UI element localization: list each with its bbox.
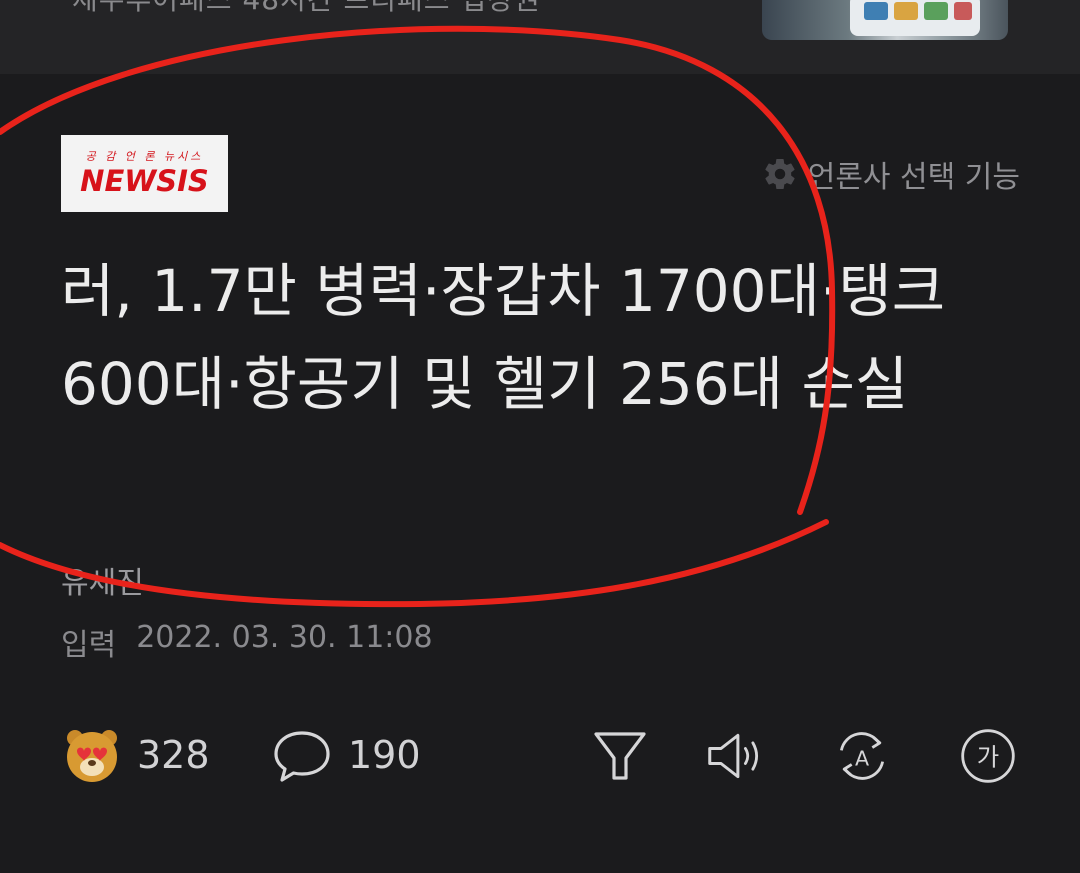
article-date: 입력 2022. 03. 30. 11:08 <box>61 620 433 664</box>
translate-icon[interactable]: A <box>832 726 892 786</box>
date-label: 입력 <box>61 628 117 663</box>
date-value: 2022. 03. 30. 11:08 <box>136 620 433 655</box>
related-article-thumbnail[interactable] <box>762 0 1008 40</box>
phone-image <box>850 0 980 36</box>
speaker-icon[interactable] <box>706 726 766 786</box>
speech-bubble-icon <box>274 731 330 782</box>
related-article-title[interactable]: 제주투어패스 48시간 프리패스 입장권 <box>72 0 541 18</box>
reaction-button[interactable]: 328 <box>63 720 210 790</box>
article-headline: 러, 1.7만 병력·장갑차 1700대·탱크 600대·항공기 및 헬기 25… <box>61 257 946 418</box>
press-select-button[interactable]: 언론사 선택 기능 <box>762 152 1020 196</box>
related-article-card[interactable]: 제주투어패스 48시간 프리패스 입장권 <box>0 0 1080 74</box>
press-logo-tagline: 공 감 언 론 뉴시스 <box>85 150 204 163</box>
article-author[interactable]: 유세진 <box>61 558 144 602</box>
svg-text:가: 가 <box>977 742 999 771</box>
svg-text:A: A <box>855 746 869 770</box>
gear-icon <box>765 159 795 190</box>
heart-eyes-bear-icon <box>67 730 117 782</box>
article-action-bar: 328 190 A 가 <box>0 720 1080 790</box>
article-page: 제주투어패스 48시간 프리패스 입장권 공 감 언 론 뉴시스 NEWSIS … <box>0 0 1080 873</box>
press-logo[interactable]: 공 감 언 론 뉴시스 NEWSIS <box>61 135 228 212</box>
font-size-icon[interactable]: 가 <box>958 726 1018 786</box>
press-select-label: 언론사 선택 기능 <box>807 160 1020 195</box>
press-logo-text: NEWSIS <box>80 164 209 198</box>
reaction-count: 328 <box>137 733 210 777</box>
filter-icon[interactable] <box>590 726 650 786</box>
comment-count: 190 <box>348 733 421 777</box>
comments-button[interactable]: 190 <box>272 720 421 790</box>
